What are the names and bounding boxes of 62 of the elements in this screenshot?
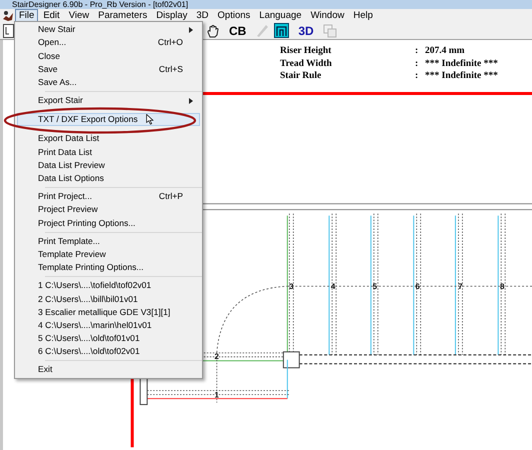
frame-icon[interactable] [274, 23, 290, 38]
menu-item[interactable]: Close [17, 49, 200, 63]
menu-bar-item[interactable]: Window [306, 8, 348, 22]
menu-bar-item[interactable]: Help [349, 8, 377, 22]
step-number: 8 [500, 282, 504, 291]
window-title: StairDesigner 6.90b - Pro_Rb Version - [tof02v01] [12, 1, 188, 9]
menu-item[interactable]: Exit [17, 363, 200, 376]
menu-item[interactable]: Project Printing Options... [17, 216, 200, 230]
info-value: 207.4 mm [425, 45, 465, 58]
menu-item[interactable]: 3 Escalier metallique GDE V3[1][1] [17, 306, 200, 319]
step-number: 1 [214, 390, 219, 400]
step-number: 4 [330, 282, 336, 291]
info-label: Stair Rule [280, 70, 322, 82]
newel-post [282, 350, 300, 368]
post-block [140, 376, 148, 405]
hand-icon[interactable] [206, 24, 220, 38]
select-tool-icon[interactable] [3, 24, 14, 38]
info-label: Riser Height [280, 45, 332, 58]
step-number: 6 [415, 282, 420, 291]
menu-item[interactable]: Project Preview [17, 203, 200, 216]
info-colon: : [415, 45, 420, 58]
info-value: *** Indefinite *** [425, 58, 498, 70]
menu-item[interactable]: 1 C:\Users\....\tofield\tof02v01 [17, 279, 200, 292]
info-label: Tread Width [280, 58, 333, 70]
info-value: *** Indefinite *** [425, 70, 498, 82]
menu-item[interactable]: Template Preview [17, 248, 200, 261]
menu-item[interactable]: Print Data List [17, 146, 200, 159]
menu-item[interactable]: 4 C:\Users\....\marin\hel01v01 [17, 318, 200, 332]
menu-bar-item[interactable]: 3D [192, 8, 213, 22]
menu-bar-item[interactable]: View [64, 8, 94, 22]
menu-item[interactable]: 6 C:\Users\....\old\tof02v01 [17, 345, 200, 358]
menu-item[interactable]: Open... Ctrl+O [17, 36, 200, 50]
menu-item[interactable]: 2 C:\Users\....\bill\bil01v01 [17, 292, 200, 306]
toolbar-text-button[interactable]: 3D [294, 22, 318, 40]
app-logo-icon [2, 10, 14, 22]
menu-item[interactable]: Print Template... [17, 234, 200, 248]
menu-item[interactable]: TXT / DXF Export Options [17, 113, 200, 126]
toolbar-text-button[interactable]: CB [225, 22, 250, 40]
menu-item[interactable]: Print Project... Ctrl+P [17, 190, 200, 204]
info-colon: : [415, 58, 420, 70]
menu-item[interactable]: Data List Options [17, 172, 200, 186]
menu-bar-item[interactable]: Options [214, 8, 254, 22]
step-number: 2 [214, 351, 219, 360]
step-number: 3 [289, 282, 294, 291]
menu-bar-item[interactable]: Display [152, 8, 192, 22]
info-colon: : [415, 70, 420, 82]
mouse-cursor-icon [146, 114, 154, 125]
menu-bar-item[interactable]: Language [255, 8, 306, 22]
menu-shortcut: Ctrl+S [158, 62, 183, 76]
menu-item[interactable]: Export Stair [17, 94, 200, 108]
menu-item[interactable]: New Stair [17, 23, 200, 36]
menu-bar-item[interactable]: Parameters [94, 8, 152, 22]
menu-item[interactable]: Template Printing Options... [17, 261, 200, 274]
menu-bar-item[interactable]: Edit [39, 8, 64, 22]
menu-item[interactable]: Save Ctrl+S [17, 62, 200, 76]
menu-item[interactable]: Data List Preview [17, 158, 200, 172]
menu-item[interactable]: Save As... [17, 76, 200, 89]
menu-shortcut: Ctrl+P [158, 190, 183, 204]
menu-item[interactable]: Export Data List [17, 132, 200, 146]
menu-shortcut: Ctrl+O [158, 36, 183, 50]
menu-item[interactable]: 5 C:\Users\....\old\tof01v01 [17, 332, 200, 346]
step-number: 5 [372, 282, 378, 291]
